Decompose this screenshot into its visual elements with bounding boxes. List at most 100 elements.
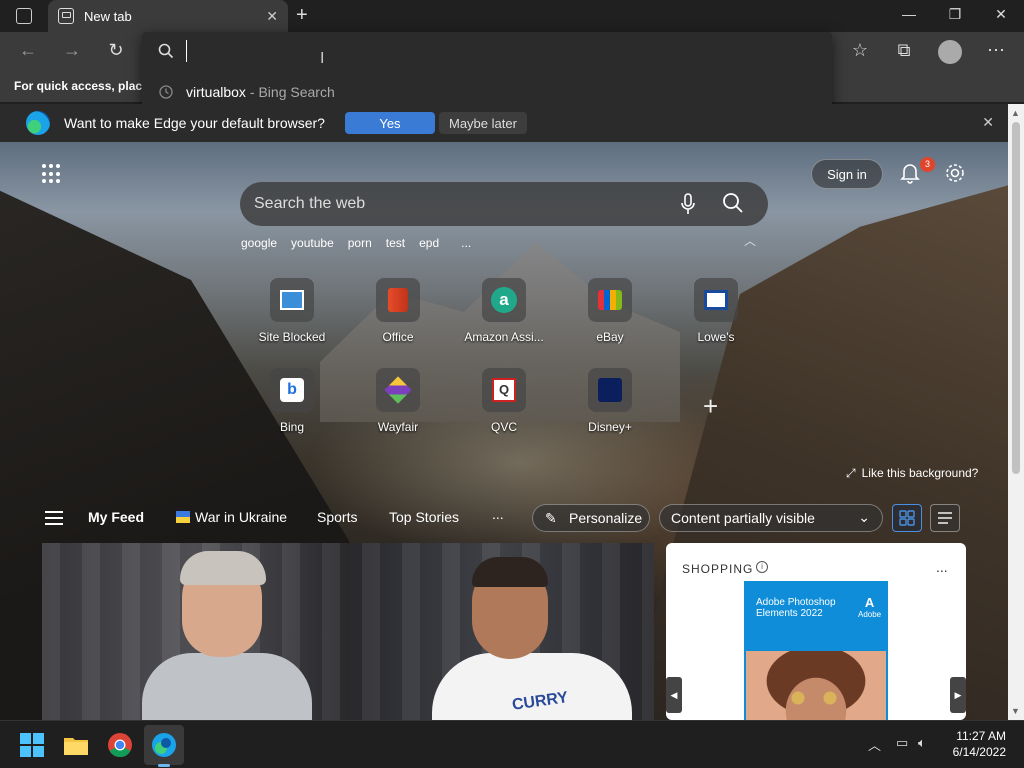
windows-start-icon[interactable] (16, 729, 48, 761)
close-tab-icon[interactable]: ✕ (266, 8, 278, 25)
quick-links-more[interactable]: ... (461, 236, 471, 250)
favorites-star-icon[interactable]: ☆ (848, 40, 872, 61)
address-input[interactable] (186, 40, 806, 62)
tile-label: Bing (279, 420, 305, 434)
collections-icon[interactable]: ⧉ (892, 40, 916, 61)
disney-icon (588, 368, 632, 412)
like-background-link[interactable]: ⤢ Like this background? (846, 466, 978, 481)
tile-ebay[interactable]: eBay (562, 278, 658, 344)
tab-title: New tab (84, 8, 132, 24)
quick-link[interactable]: youtube (291, 236, 334, 250)
tab-sports[interactable]: Sports (317, 509, 357, 525)
tab-new-tab[interactable]: New tab ✕ (48, 0, 288, 32)
feed-more-button[interactable]: ... (492, 506, 504, 522)
gear-icon[interactable] (944, 162, 966, 184)
prompt-message: Want to make Edge your default browser? (64, 115, 325, 131)
sign-in-button[interactable]: Sign in (811, 159, 883, 189)
quick-link[interactable]: test (386, 236, 405, 250)
carousel-next-button[interactable]: ▶ (950, 677, 966, 713)
close-prompt-icon[interactable]: ✕ (982, 114, 994, 131)
new-tab-button[interactable]: + (296, 4, 308, 27)
tile-label: Office (382, 330, 414, 344)
suggestion-text: virtualbox (186, 84, 246, 100)
close-window-button[interactable]: ✕ (986, 6, 1016, 23)
search-icon (158, 43, 174, 59)
forward-button[interactable]: → (60, 40, 84, 61)
favorites-hint-text: For quick access, place y (14, 79, 159, 93)
web-search-input[interactable] (254, 192, 654, 216)
shopping-more-button[interactable]: ... (936, 559, 948, 575)
network-icon[interactable]: ▭ (896, 735, 908, 751)
back-button[interactable]: ← (16, 40, 40, 61)
file-explorer-icon[interactable] (60, 729, 92, 761)
quick-link[interactable]: google (241, 236, 277, 250)
page-scrollbar[interactable]: ▲ ▼ (1008, 104, 1024, 720)
tile-amazon[interactable]: a Amazon Assi... (456, 278, 552, 344)
restore-button[interactable]: ❐ (940, 6, 970, 23)
bing-icon: b (270, 368, 314, 412)
quick-link[interactable]: porn (348, 236, 372, 250)
shopping-card[interactable]: SHOPPING i ... Adobe Photoshop Elements … (666, 543, 966, 720)
app-launcher-icon[interactable] (42, 164, 62, 184)
tab-my-feed[interactable]: My Feed (88, 509, 144, 525)
tile-label: Disney+ (588, 420, 632, 434)
settings-more-icon[interactable]: ⋯ (984, 40, 1008, 61)
news-hero-image[interactable]: CURRY (42, 543, 654, 720)
volume-icon[interactable]: 🔈︎ (918, 735, 926, 751)
clock-time[interactable]: 11:27 AM (946, 729, 1006, 743)
product-image[interactable]: Adobe Photoshop Elements 2022 A Adobe (744, 581, 888, 720)
list-view-button[interactable] (930, 504, 960, 532)
maybe-later-button[interactable]: Maybe later (438, 112, 527, 134)
microphone-icon[interactable] (680, 193, 696, 215)
quick-link[interactable]: epd (419, 236, 439, 250)
tab-actions-icon[interactable] (16, 8, 32, 24)
tile-lowes[interactable]: Lowe's (668, 278, 764, 344)
refresh-button[interactable]: ↻ (104, 40, 128, 61)
tile-disney[interactable]: Disney+ (562, 368, 658, 434)
tile-label: Amazon Assi... (464, 330, 544, 344)
scroll-up-icon[interactable]: ▲ (1011, 108, 1020, 118)
tile-qvc[interactable]: Q QVC (456, 368, 552, 434)
like-background-label: Like this background? (861, 466, 979, 480)
info-icon[interactable]: i (756, 561, 768, 573)
adobe-brand: Adobe (858, 610, 882, 619)
content-visibility-dropdown[interactable]: Content partially visible ⌄ (659, 504, 883, 532)
scroll-down-icon[interactable]: ▼ (1011, 706, 1020, 716)
scroll-thumb[interactable] (1012, 122, 1020, 474)
notification-badge: 3 (920, 157, 935, 172)
personalize-button[interactable]: ✎ Personalize (532, 504, 650, 532)
grid-view-button[interactable] (892, 504, 922, 532)
carousel-prev-button[interactable]: ◀ (666, 677, 682, 713)
chevron-up-icon[interactable]: ︿ (868, 735, 881, 754)
tab-war-in-ukraine[interactable]: War in Ukraine (195, 509, 287, 525)
tile-wayfair[interactable]: Wayfair (350, 368, 446, 434)
default-browser-prompt: Want to make Edge your default browser? … (0, 104, 1008, 142)
notifications-bell-icon[interactable] (900, 162, 920, 184)
chevron-down-icon: ⌄ (858, 509, 870, 525)
profile-avatar[interactable] (938, 40, 962, 64)
tab-top-stories[interactable]: Top Stories (389, 509, 459, 525)
title-bar: New tab ✕ + — ❐ ✕ (0, 0, 1024, 32)
qvc-icon: Q (482, 368, 526, 412)
content-visibility-label: Content partially visible (671, 510, 815, 526)
product-name: Adobe Photoshop Elements 2022 (756, 597, 836, 619)
search-icon[interactable] (722, 192, 744, 214)
chrome-icon[interactable] (104, 729, 136, 761)
new-tab-page-icon (58, 8, 74, 24)
hamburger-menu-icon[interactable] (45, 511, 63, 529)
clock-date[interactable]: 6/14/2022 (940, 745, 1006, 759)
tile-label: Lowe's (697, 330, 735, 344)
feed-navigation: My Feed War in Ukraine Sports Top Storie… (0, 500, 1008, 536)
tile-label: Wayfair (377, 420, 419, 434)
edge-icon[interactable] (148, 729, 180, 761)
pencil-icon: ✎ (545, 510, 557, 526)
tile-site-blocked[interactable]: Site Blocked (244, 278, 340, 344)
tile-office[interactable]: Office (350, 278, 446, 344)
tile-bing[interactable]: b Bing (244, 368, 340, 434)
yes-button[interactable]: Yes (344, 112, 435, 134)
minimize-button[interactable]: — (894, 6, 924, 22)
site-blocked-icon (270, 278, 314, 322)
collapse-chevron-icon[interactable]: ︿ (744, 232, 756, 249)
add-shortcut-icon[interactable]: + (703, 391, 718, 422)
office-icon (376, 278, 420, 322)
